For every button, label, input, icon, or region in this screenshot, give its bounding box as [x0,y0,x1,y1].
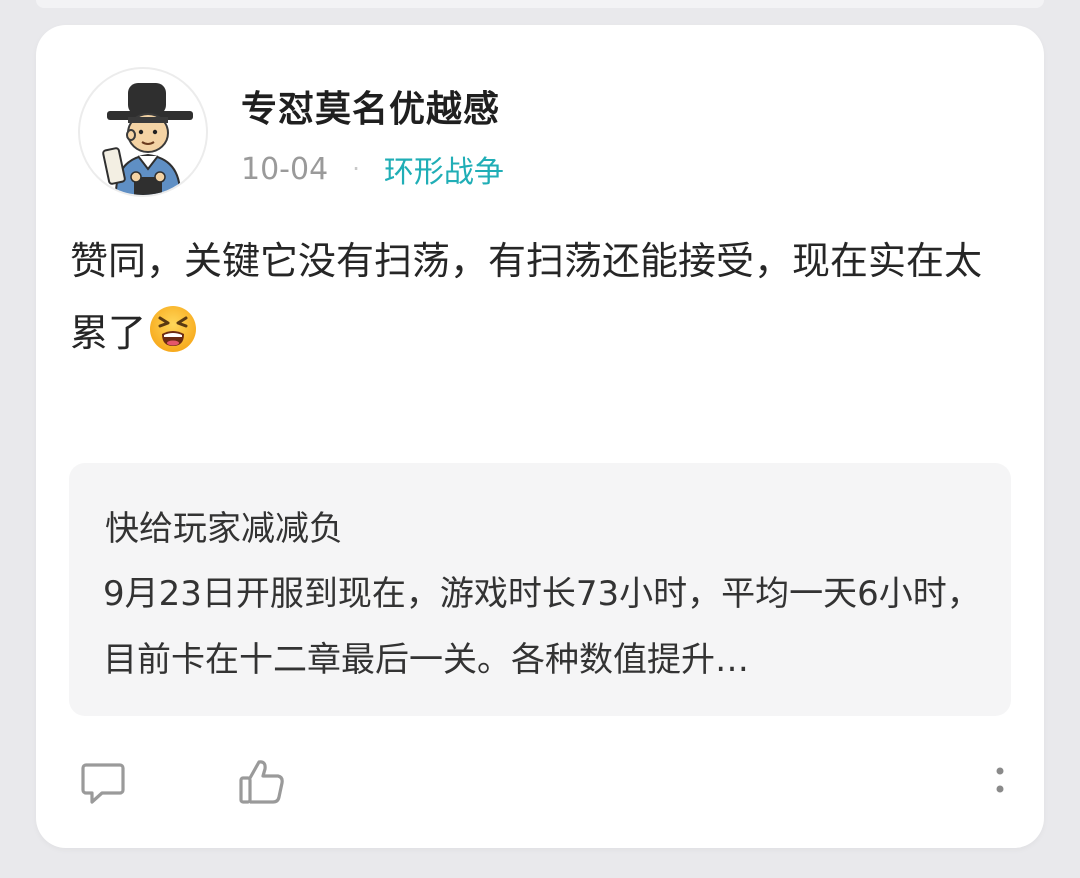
post-card[interactable]: 专怼莫名优越感 10-04 · 环形战争 赞同，关键它没有扫荡，有扫荡还能接受，… [36,25,1044,848]
more-button[interactable] [984,757,1014,807]
post-date: 10-04 [241,151,329,187]
quoted-post-title: 快给玩家减减负 [105,509,343,549]
comment-button[interactable] [78,757,128,807]
topic-link[interactable]: 环形战争 [384,147,504,191]
more-vertical-icon [996,767,1004,793]
thumbs-up-icon [239,760,284,804]
post-meta: 10-04 · 环形战争 [241,147,504,191]
quoted-post[interactable]: 快给玩家减减负 9月23日开服到现在，游戏时长73小时，平均一天6小时，目前卡在… [69,463,1011,716]
like-button[interactable] [237,757,287,807]
tired-face-emoji-icon [148,304,198,354]
meta-separator: · [352,155,360,183]
comment-icon [81,763,125,804]
previous-card-edge [36,0,1044,8]
avatar[interactable] [78,67,208,197]
quoted-post-body: 9月23日开服到现在，游戏时长73小时，平均一天6小时，目前卡在十二章最后一关。… [103,574,981,680]
post-content: 赞同，关键它没有扫荡，有扫荡还能接受，现在实在太累了 [70,225,1015,369]
username[interactable]: 专怼莫名优越感 [241,80,500,132]
post-text: 赞同，关键它没有扫荡，有扫荡还能接受，现在实在太累了 [70,239,983,355]
